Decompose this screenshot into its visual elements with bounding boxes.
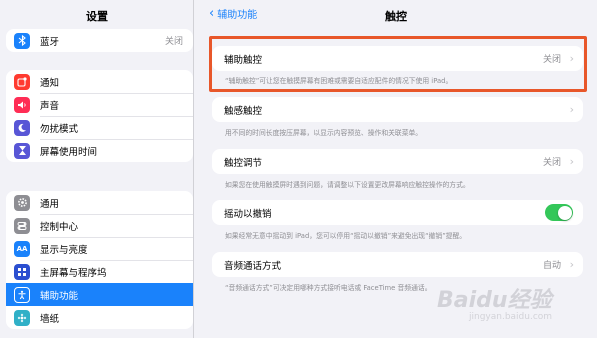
shake-to-undo-label: 摇动以撤销 bbox=[224, 208, 272, 220]
touch-accommodations-footer: 如果您在使用触摸屏时遇到问题，请调整以下设置更改屏幕响应触控操作的方式。 bbox=[225, 181, 470, 189]
sound-icon bbox=[14, 96, 30, 113]
sidebar-item-accessibility[interactable]: 辅助功能 bbox=[6, 283, 193, 306]
home-screen-icon bbox=[14, 263, 30, 280]
sidebar-item-notifications[interactable]: 通知 bbox=[6, 70, 193, 93]
chevron-right-icon: › bbox=[569, 103, 574, 116]
touch-accommodations-row[interactable]: 触控调节 关闭 › bbox=[212, 149, 583, 174]
sidebar-item-label: 通知 bbox=[40, 77, 60, 89]
display-icon: AA bbox=[14, 240, 30, 257]
shake-to-undo-toggle[interactable] bbox=[545, 204, 573, 221]
haptic-touch-label: 触感触控 bbox=[224, 105, 263, 117]
accessibility-icon bbox=[14, 286, 30, 303]
bluetooth-status: 关闭 bbox=[164, 37, 183, 47]
highlight-box bbox=[209, 36, 587, 92]
call-audio-routing-label: 音频通话方式 bbox=[224, 260, 282, 272]
watermark-brand: Baidu经验 bbox=[437, 288, 552, 313]
sidebar-item-label: 墙纸 bbox=[40, 313, 60, 325]
watermark-url: jingyan.baidu.com bbox=[469, 312, 553, 322]
sidebar-item-screen-time[interactable]: 屏幕使用时间 bbox=[6, 139, 193, 162]
page-title: 触控 bbox=[385, 10, 407, 23]
chevron-right-icon: › bbox=[569, 155, 574, 168]
control-center-icon bbox=[14, 217, 30, 234]
gear-icon bbox=[14, 194, 30, 211]
shake-to-undo-row: 摇动以撤销 bbox=[212, 200, 583, 225]
sidebar-item-label: 辅助功能 bbox=[40, 290, 79, 302]
sidebar-title: 设置 bbox=[86, 10, 108, 23]
moon-icon bbox=[14, 119, 30, 136]
sidebar-item-do-not-disturb[interactable]: 勿扰模式 bbox=[6, 116, 193, 139]
sidebar-item-label: 显示与亮度 bbox=[40, 244, 88, 256]
sidebar-item-general[interactable]: 通用 bbox=[6, 191, 193, 214]
hourglass-icon bbox=[14, 142, 30, 159]
sidebar-item-label: 声音 bbox=[40, 100, 60, 112]
sidebar-group-general: 通用 控制中心 AA 显示与亮度 主屏幕与程序坞 辅助功能 墙纸 bbox=[6, 191, 193, 329]
bluetooth-icon bbox=[14, 32, 30, 49]
sidebar-item-control-center[interactable]: 控制中心 bbox=[6, 214, 193, 237]
sidebar-item-label: 控制中心 bbox=[40, 221, 79, 233]
shake-to-undo-footer: 如果经常无意中摇动到 iPad，您可以停用“摇动以撤销”来避免出现“撤销”提醒。 bbox=[225, 232, 467, 240]
notification-icon bbox=[14, 73, 30, 90]
haptic-touch-row[interactable]: 触感触控 › bbox=[212, 97, 583, 122]
call-audio-routing-row[interactable]: 音频通话方式 自动 › bbox=[212, 252, 583, 277]
sidebar-item-home-screen[interactable]: 主屏幕与程序坞 bbox=[6, 260, 193, 283]
call-audio-routing-value: 自动 bbox=[542, 261, 561, 271]
sidebar-item-label: 屏幕使用时间 bbox=[40, 146, 98, 158]
sidebar-item-wallpaper[interactable]: 墙纸 bbox=[6, 306, 193, 329]
sidebar-item-label: 主屏幕与程序坞 bbox=[40, 267, 107, 279]
wallpaper-icon bbox=[14, 309, 30, 326]
chevron-right-icon: › bbox=[569, 258, 574, 271]
touch-accommodations-value: 关闭 bbox=[542, 158, 561, 168]
sidebar-item-label: 通用 bbox=[40, 198, 60, 210]
sidebar-group-connectivity: 蓝牙 关闭 bbox=[6, 29, 193, 52]
sidebar-item-bluetooth[interactable]: 蓝牙 关闭 bbox=[6, 29, 193, 52]
sidebar-item-sounds[interactable]: 声音 bbox=[6, 93, 193, 116]
toggle-knob bbox=[557, 205, 572, 220]
watermark: Baidu经验 jingyan.baidu.com bbox=[437, 282, 587, 332]
touch-accommodations-label: 触控调节 bbox=[224, 157, 263, 169]
sidebar: 设置 蓝牙 关闭 通知 声音 勿扰模式 屏幕使用时间 通用 控制中心 AA 显示… bbox=[0, 0, 194, 338]
sidebar-item-label: 蓝牙 bbox=[40, 36, 60, 48]
sidebar-item-label: 勿扰模式 bbox=[40, 123, 79, 135]
haptic-touch-footer: 用不同的时间长度按压屏幕，以显示内容预览、操作和关联菜单。 bbox=[225, 129, 423, 137]
sidebar-group-notifications: 通知 声音 勿扰模式 屏幕使用时间 bbox=[6, 70, 193, 162]
sidebar-item-display[interactable]: AA 显示与亮度 bbox=[6, 237, 193, 260]
